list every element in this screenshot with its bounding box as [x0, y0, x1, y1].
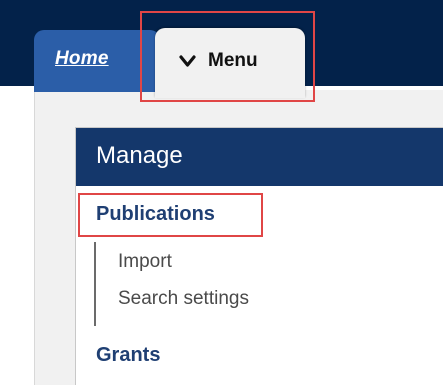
tab-home[interactable]: Home [34, 30, 160, 92]
home-link[interactable]: Home [55, 48, 109, 70]
menu-item-grants[interactable]: Grants [96, 344, 160, 367]
submenu-item-import[interactable]: Import [118, 242, 249, 279]
publications-submenu: Import Search settings [94, 242, 249, 326]
menu-header[interactable]: Manage [76, 128, 443, 186]
tab-menu-content[interactable]: Menu [179, 50, 258, 72]
tab-menu[interactable]: Menu [155, 28, 305, 98]
menu-header-label: Manage [96, 142, 183, 169]
screen: Home Menu Manage Publications Import Sea… [0, 0, 443, 385]
menu-item-publications[interactable]: Publications [96, 203, 215, 226]
tab-menu-label: Menu [208, 50, 258, 71]
submenu-item-search-settings[interactable]: Search settings [118, 279, 249, 316]
manage-menu: Manage Publications Import Search settin… [75, 127, 443, 385]
chevron-down-icon [179, 54, 196, 67]
